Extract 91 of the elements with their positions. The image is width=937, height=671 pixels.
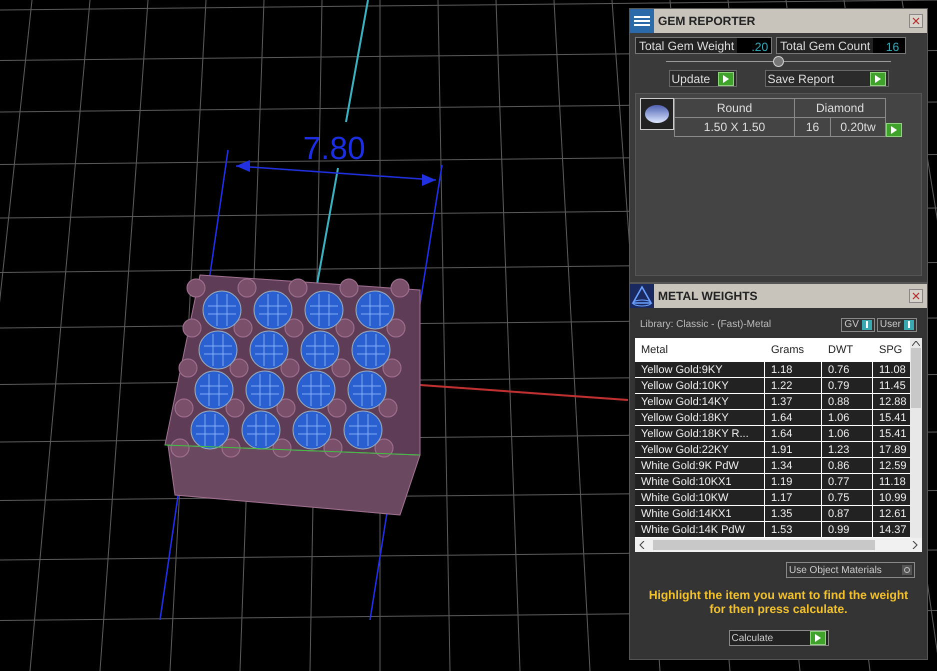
- pyramid-icon: [630, 284, 654, 308]
- table-cell: 1.34: [765, 458, 822, 473]
- table-cell-text: 15.41: [878, 411, 908, 425]
- table-cell: White Gold:14K PdW: [635, 522, 765, 537]
- scroll-right-icon: [912, 541, 918, 549]
- play-icon: [718, 72, 734, 86]
- table-cell-text: 12.61: [878, 507, 908, 521]
- column-header[interactable]: Grams: [765, 342, 822, 358]
- table-cell: Yellow Gold:22KY: [635, 442, 765, 457]
- table-cell: 1.35: [765, 506, 822, 521]
- table-row[interactable]: Yellow Gold:9KY 1.18 0.76 11.08: [635, 362, 910, 378]
- table-cell: 0.87: [822, 506, 873, 521]
- table-cell: Yellow Gold:18KY: [635, 410, 765, 425]
- table-cell-text: 11.18: [878, 475, 907, 489]
- table-cell: 0.77: [822, 474, 873, 489]
- play-icon: [886, 123, 902, 137]
- table-cell-text: 10.99: [878, 491, 908, 505]
- table-cell: 1.17: [765, 490, 822, 505]
- table-cell: 1.06: [822, 410, 873, 425]
- column-header[interactable]: Metal: [635, 342, 765, 358]
- table-cell: 0.79: [822, 378, 873, 393]
- calculate-button[interactable]: Calculate: [728, 630, 828, 646]
- column-header[interactable]: SPG: [873, 342, 910, 358]
- close-button[interactable]: [909, 289, 923, 303]
- table-row[interactable]: Yellow Gold:14KY 1.37 0.88 12.88: [635, 394, 910, 410]
- gem-size: 1.50 X 1.50: [675, 118, 795, 136]
- action-button[interactable]: Save Report: [764, 70, 888, 87]
- gem-weight: 0.20tw: [839, 119, 877, 136]
- table-cell: 0.75: [822, 490, 873, 505]
- table-row[interactable]: Yellow Gold:10KY 1.22 0.79 11.45: [635, 378, 910, 394]
- gem-count: 16: [795, 118, 831, 136]
- table-cell: White Gold:14KX1: [635, 506, 765, 521]
- table-cell: 1.91: [765, 442, 822, 457]
- table-cell: 1.22: [765, 378, 822, 393]
- table-cell: 1.18: [765, 362, 822, 377]
- column-header[interactable]: DWT: [822, 342, 873, 358]
- instruction-text: Highlight the item you want to find the weight for then press calculate.: [648, 588, 910, 616]
- table-cell: White Gold:9K PdW: [635, 458, 765, 473]
- close-icon: [912, 17, 920, 25]
- table-cell: 1.06: [822, 426, 873, 441]
- table-cell: 1.23: [822, 442, 873, 457]
- table-row[interactable]: White Gold:10KX1 1.19 0.77 11.18: [635, 474, 910, 490]
- play-icon: [810, 631, 826, 645]
- table-cell-text: 14.37: [878, 523, 908, 537]
- table-cell-text: 17.89: [878, 443, 908, 457]
- table-cell: Yellow Gold:10KY: [635, 378, 765, 393]
- table-cell: 1.64: [765, 426, 822, 441]
- play-icon: [870, 72, 886, 86]
- window-title: GEM REPORTER: [658, 13, 756, 30]
- table-cell: 0.86: [822, 458, 873, 473]
- gem-report-icon: [630, 9, 654, 33]
- table-row[interactable]: White Gold:9K PdW 1.34 0.86 12.59: [635, 458, 910, 474]
- use-object-materials-toggle[interactable]: Use Object Materials: [786, 562, 915, 578]
- table-cell: 0.76: [822, 362, 873, 377]
- table-cell-text: 15.41: [878, 427, 908, 441]
- gem-material: Diamond: [795, 99, 885, 118]
- table-row[interactable]: Yellow Gold:22KY 1.91 1.23 17.89: [635, 442, 910, 458]
- table-cell: 0.88: [822, 394, 873, 409]
- vertical-scrollbar[interactable]: [910, 338, 922, 538]
- table-row[interactable]: White Gold:10KW 1.17 0.75 10.99: [635, 490, 910, 506]
- table-cell: Yellow Gold:9KY: [635, 362, 765, 377]
- scroll-up-icon: [912, 341, 920, 346]
- table-row[interactable]: Yellow Gold:18KY R... 1.64 1.06 15.41: [635, 426, 910, 442]
- table-cell-text: 11.08: [878, 363, 907, 377]
- table-row[interactable]: White Gold:14KX1 1.35 0.87 12.61: [635, 506, 910, 522]
- close-icon: [912, 292, 920, 300]
- table-cell: Yellow Gold:18KY R...: [635, 426, 765, 441]
- action-button[interactable]: Update: [668, 70, 736, 87]
- horizontal-scrollbar[interactable]: [635, 538, 922, 552]
- table-cell: Yellow Gold:14KY: [635, 394, 765, 409]
- table-cell: 0.99: [822, 522, 873, 537]
- table-cell: 1.64: [765, 410, 822, 425]
- table-cell: 1.19: [765, 474, 822, 489]
- table-cell: 1.53: [765, 522, 822, 537]
- close-button[interactable]: [909, 14, 923, 28]
- table-cell: White Gold:10KX1: [635, 474, 765, 489]
- table-row[interactable]: Yellow Gold:18KY 1.64 1.06 15.41: [635, 410, 910, 426]
- table-cell: 1.37: [765, 394, 822, 409]
- scroll-left-icon: [639, 541, 645, 549]
- table-cell-text: 11.45: [878, 379, 907, 393]
- dimension-label: 7.80: [303, 129, 366, 168]
- table-cell: White Gold:10KW: [635, 490, 765, 505]
- table-row[interactable]: White Gold:14K PdW 1.53 0.99 14.37: [635, 522, 910, 538]
- toggle-button[interactable]: User: [876, 318, 917, 332]
- gem-thumbnail: [640, 98, 674, 130]
- library-label: Library: Classic - (Fast)-Metal: [640, 318, 772, 332]
- collapse-handle[interactable]: [773, 56, 784, 67]
- table-cell-text: 12.88: [878, 395, 908, 409]
- toggle-button[interactable]: GV: [841, 318, 875, 332]
- table-cell-text: 12.59: [878, 459, 908, 473]
- window-title: METAL WEIGHTS: [658, 288, 759, 305]
